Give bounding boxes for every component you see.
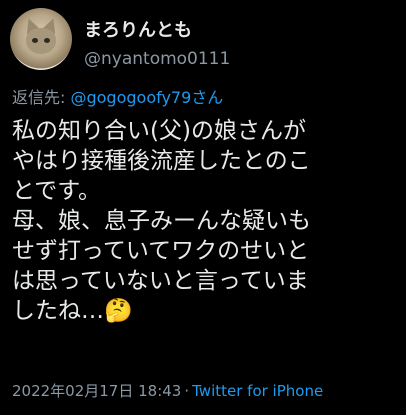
meta-separator: ·: [184, 382, 190, 400]
cat-avatar-icon[interactable]: [10, 8, 72, 70]
tweet-header: まろりんとも @nyantomo0111: [8, 6, 398, 76]
avatar-eye-left: [32, 38, 38, 43]
tweet-text: 私の知り合い(父)の娘さんが やはり接種後流産したとのこ とです。 母、娘、息子…: [12, 116, 400, 326]
tweet-meta: 2022年02月17日 18:43 · Twitter for iPhone: [12, 380, 323, 401]
tweet-source-link[interactable]: Twitter for iPhone: [192, 382, 323, 400]
reply-mention-link[interactable]: @gogogoofy79さん: [70, 88, 223, 107]
tweet-text-line: は思っていないと言っていま: [12, 268, 309, 294]
tweet-text-line: せず打っていてワクのせいと: [12, 238, 310, 264]
tweet-text-line: したね…🤔: [12, 298, 133, 324]
tweet-text-line: 私の知り合い(父)の娘さんが: [12, 118, 306, 144]
avatar-face: [26, 28, 56, 54]
reply-to-line: 返信先: @gogogoofy79さん: [12, 84, 223, 108]
tweet-text-line: やはり接種後流産したとのこ: [12, 148, 311, 174]
avatar-eye-right: [44, 38, 50, 43]
author-username[interactable]: @nyantomo0111: [84, 49, 230, 69]
tweet-text-line: とです。: [12, 178, 102, 204]
tweet-timestamp[interactable]: 2022年02月17日 18:43: [12, 382, 181, 400]
author-display-name[interactable]: まろりんとも: [84, 16, 192, 42]
tweet-text-line: 母、娘、息子みーんな疑いも: [12, 208, 311, 234]
reply-prefix: 返信先:: [12, 88, 71, 107]
